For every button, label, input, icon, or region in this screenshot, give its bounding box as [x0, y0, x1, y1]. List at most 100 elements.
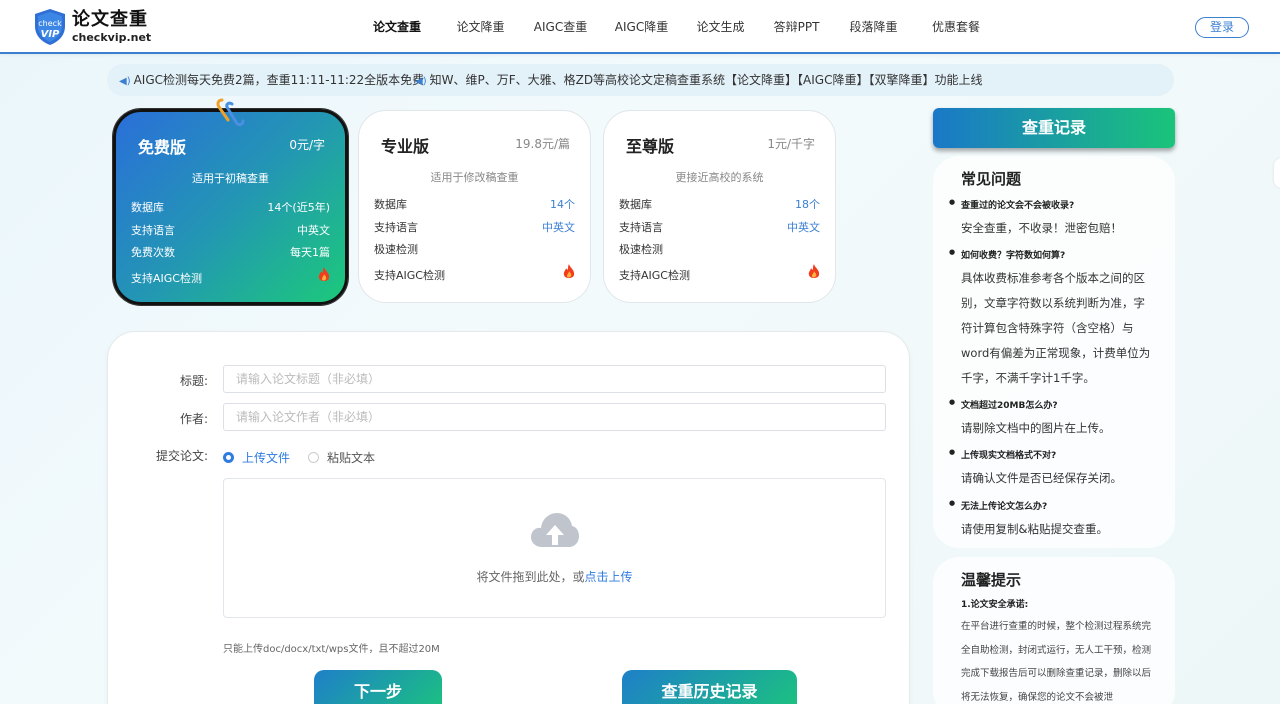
tips-title: 温馨提示: [961, 571, 1022, 589]
logo-title: 论文查重: [72, 9, 148, 30]
tips-text: 在平台进行查重的时候，整个检测过程系统完全自助检测，封闭式运行，无人工干预，检测…: [961, 621, 1152, 703]
notice-item-1[interactable]: ◀) AIGC检测每天免费2篇，查重11:11-11:22全版本免费: [119, 64, 424, 98]
title-label: 标题:: [179, 374, 208, 388]
logo[interactable]: check VIP 论文查重 checkvip.net: [33, 8, 151, 46]
faq-question: 上传现实文档格式不对?: [949, 448, 1056, 461]
author-label: 作者:: [179, 412, 208, 426]
speaker-icon: ◀): [415, 76, 427, 87]
plan-price: 19.8元/篇: [515, 137, 570, 151]
author-input[interactable]: [223, 403, 886, 431]
fire-icon: [808, 264, 820, 278]
plan-row: 极速检测: [374, 241, 575, 257]
nav-item-discount-package[interactable]: 优惠套餐: [904, 0, 1008, 54]
upload-dropzone[interactable]: 将文件拖到此处，或点击上传: [223, 478, 886, 618]
plan-row: 支持语言 中英文: [619, 219, 820, 235]
tips-panel: 温馨提示 1.论文安全承诺: 在平台进行查重的时候，整个检测过程系统完全自助检测…: [933, 557, 1175, 704]
row-value: 18个: [795, 198, 820, 211]
notice-item-2[interactable]: ◀) 知W、维P、万F、大雅、格ZD等高校论文定稿查重系统【论文降重】【AIGC降…: [415, 64, 983, 98]
faq-answer: 请使用复制&粘贴提交查重。: [961, 522, 1108, 536]
notice-bar: ◀) AIGC检测每天免费2篇，查重11:11-11:22全版本免费 ◀) 知W、维…: [107, 64, 1174, 96]
row-value: 中英文: [297, 224, 330, 237]
nav-item-aigc-check[interactable]: AIGC查重: [529, 0, 592, 54]
cloud-upload-icon: [531, 513, 579, 547]
top-header: check VIP 论文查重 checkvip.net 论文查重 论文降重 AI…: [0, 0, 1280, 54]
plan-row: 数据库 18个: [619, 196, 820, 212]
login-button[interactable]: 登录: [1195, 17, 1249, 38]
nav-item-defense-ppt[interactable]: 答辩PPT: [750, 0, 843, 54]
plan-title: 至尊版: [626, 137, 675, 156]
row-label: 支持AIGC检测: [374, 269, 445, 282]
row-label: 极速检测: [619, 243, 663, 256]
row-value: 中英文: [787, 221, 820, 234]
radio-dot: [308, 452, 319, 463]
row-value: 中英文: [542, 221, 575, 234]
radio-paste-text[interactable]: 粘贴文本: [308, 449, 375, 466]
submission-form: 标题: 作者: 提交论文: 上传文件 粘贴文本 将文件拖到此处，或点击上传 只能…: [107, 331, 910, 704]
check-records-button[interactable]: 查重记录: [933, 108, 1175, 148]
plan-subtitle: 适用于修改稿查重: [430, 171, 519, 184]
plan-row: 免费次数 每天1篇: [131, 244, 330, 260]
plan-title: 免费版: [138, 138, 187, 157]
upload-link[interactable]: 点击上传: [585, 570, 633, 584]
radio-upload-file[interactable]: 上传文件: [223, 449, 290, 466]
plan-row: 支持AIGC检测: [374, 264, 575, 283]
row-value: 14个(近5年): [267, 201, 330, 214]
fire-icon: [563, 264, 575, 278]
nav-item-paper-reduce[interactable]: 论文降重: [432, 0, 529, 54]
faq-title: 常见问题: [961, 170, 1022, 188]
nav-item-paper-check[interactable]: 论文查重: [362, 0, 432, 54]
plan-row: 数据库 14个: [374, 196, 575, 212]
row-value: 14个: [550, 198, 575, 211]
radio-dot: [223, 452, 234, 463]
fire-icon: [318, 267, 330, 281]
plan-row: 支持AIGC检测: [619, 264, 820, 283]
plan-card-pro[interactable]: 专业版 19.8元/篇 适用于修改稿查重 数据库 14个 支持语言 中英文 极速检测…: [358, 110, 591, 303]
row-value: 每天1篇: [290, 246, 330, 259]
faq-question: 如何收费？字符数如何算?: [949, 248, 1065, 261]
side-float-tab[interactable]: [1274, 158, 1280, 188]
upload-hint: 只能上传doc/docx/txt/wps文件，且不超过20M: [223, 644, 440, 655]
faq-answer: 具体收费标准参考各个版本之间的区别，文章字符数以系统判断为准，字符计算包含特殊字…: [961, 271, 1151, 385]
logo-badge-bottom: VIP: [41, 29, 60, 40]
faq-question: 查重过的论文会不会被收录?: [949, 198, 1074, 211]
tips-subtitle: 1.论文安全承诺:: [961, 600, 1029, 610]
faq-question: 文档超过20MB怎么办?: [949, 398, 1058, 411]
plan-card-premium[interactable]: 至尊版 1元/千字 更接近高校的系统 数据库 18个 支持语言 中英文 极速检测 支…: [603, 110, 836, 303]
plan-price: 1元/千字: [767, 137, 815, 151]
plan-row: 支持AIGC检测: [131, 267, 330, 286]
plan-title: 专业版: [381, 137, 430, 156]
row-label: 支持语言: [619, 221, 663, 234]
row-label: 数据库: [619, 198, 652, 211]
plan-row: 极速检测: [619, 241, 820, 257]
upload-instructions: 将文件拖到此处，或点击上传: [224, 568, 885, 585]
row-label: 支持AIGC检测: [131, 272, 202, 285]
title-input[interactable]: [223, 365, 886, 393]
nav-item-paragraph-reduce[interactable]: 段落降重: [843, 0, 904, 54]
plan-row: 数据库 14个(近5年): [131, 199, 330, 215]
notice-text-2: 知W、维P、万F、大雅、格ZD等高校论文定稿查重系统【论文降重】【AIGC降重】…: [429, 73, 983, 87]
row-label: 支持语言: [374, 221, 418, 234]
row-label: 支持AIGC检测: [619, 269, 690, 282]
faq-answer: 安全查重，不收录！泄密包赔！: [961, 221, 1122, 235]
main-nav: 论文查重 论文降重 AIGC查重 AIGC降重 论文生成 答辩PPT 段落降重 …: [362, 0, 1008, 54]
submit-type-label: 提交论文:: [155, 449, 208, 463]
faq-question: 无法上传论文怎么办?: [949, 499, 1047, 512]
history-button[interactable]: 查重历史记录: [622, 670, 797, 704]
row-label: 数据库: [131, 201, 164, 214]
paperclip-icon: [216, 98, 245, 126]
plan-row: 支持语言 中英文: [131, 222, 330, 238]
plan-price: 0元/字: [289, 138, 325, 152]
plan-row: 支持语言 中英文: [374, 219, 575, 235]
next-step-button[interactable]: 下一步: [314, 670, 442, 704]
plan-card-free[interactable]: 免费版 0元/字 适用于初稿查重 数据库 14个(近5年) 支持语言 中英文 免费次…: [113, 98, 348, 305]
nav-item-paper-generate[interactable]: 论文生成: [691, 0, 750, 54]
logo-badge-top: check: [38, 19, 62, 28]
radio-upload-label: 上传文件: [242, 451, 291, 465]
faq-answer: 请剔除文档中的图片在上传。: [961, 421, 1111, 435]
row-label: 数据库: [374, 198, 407, 211]
row-label: 极速检测: [374, 243, 418, 256]
faq-panel: 常见问题 查重过的论文会不会被收录? 安全查重，不收录！泄密包赔！ 如何收费？字…: [933, 156, 1175, 548]
nav-item-aigc-reduce[interactable]: AIGC降重: [592, 0, 691, 54]
notice-text-1: AIGC检测每天免费2篇，查重11:11-11:22全版本免费: [133, 73, 425, 87]
upload-text: 将文件拖到此处，或: [476, 570, 585, 584]
